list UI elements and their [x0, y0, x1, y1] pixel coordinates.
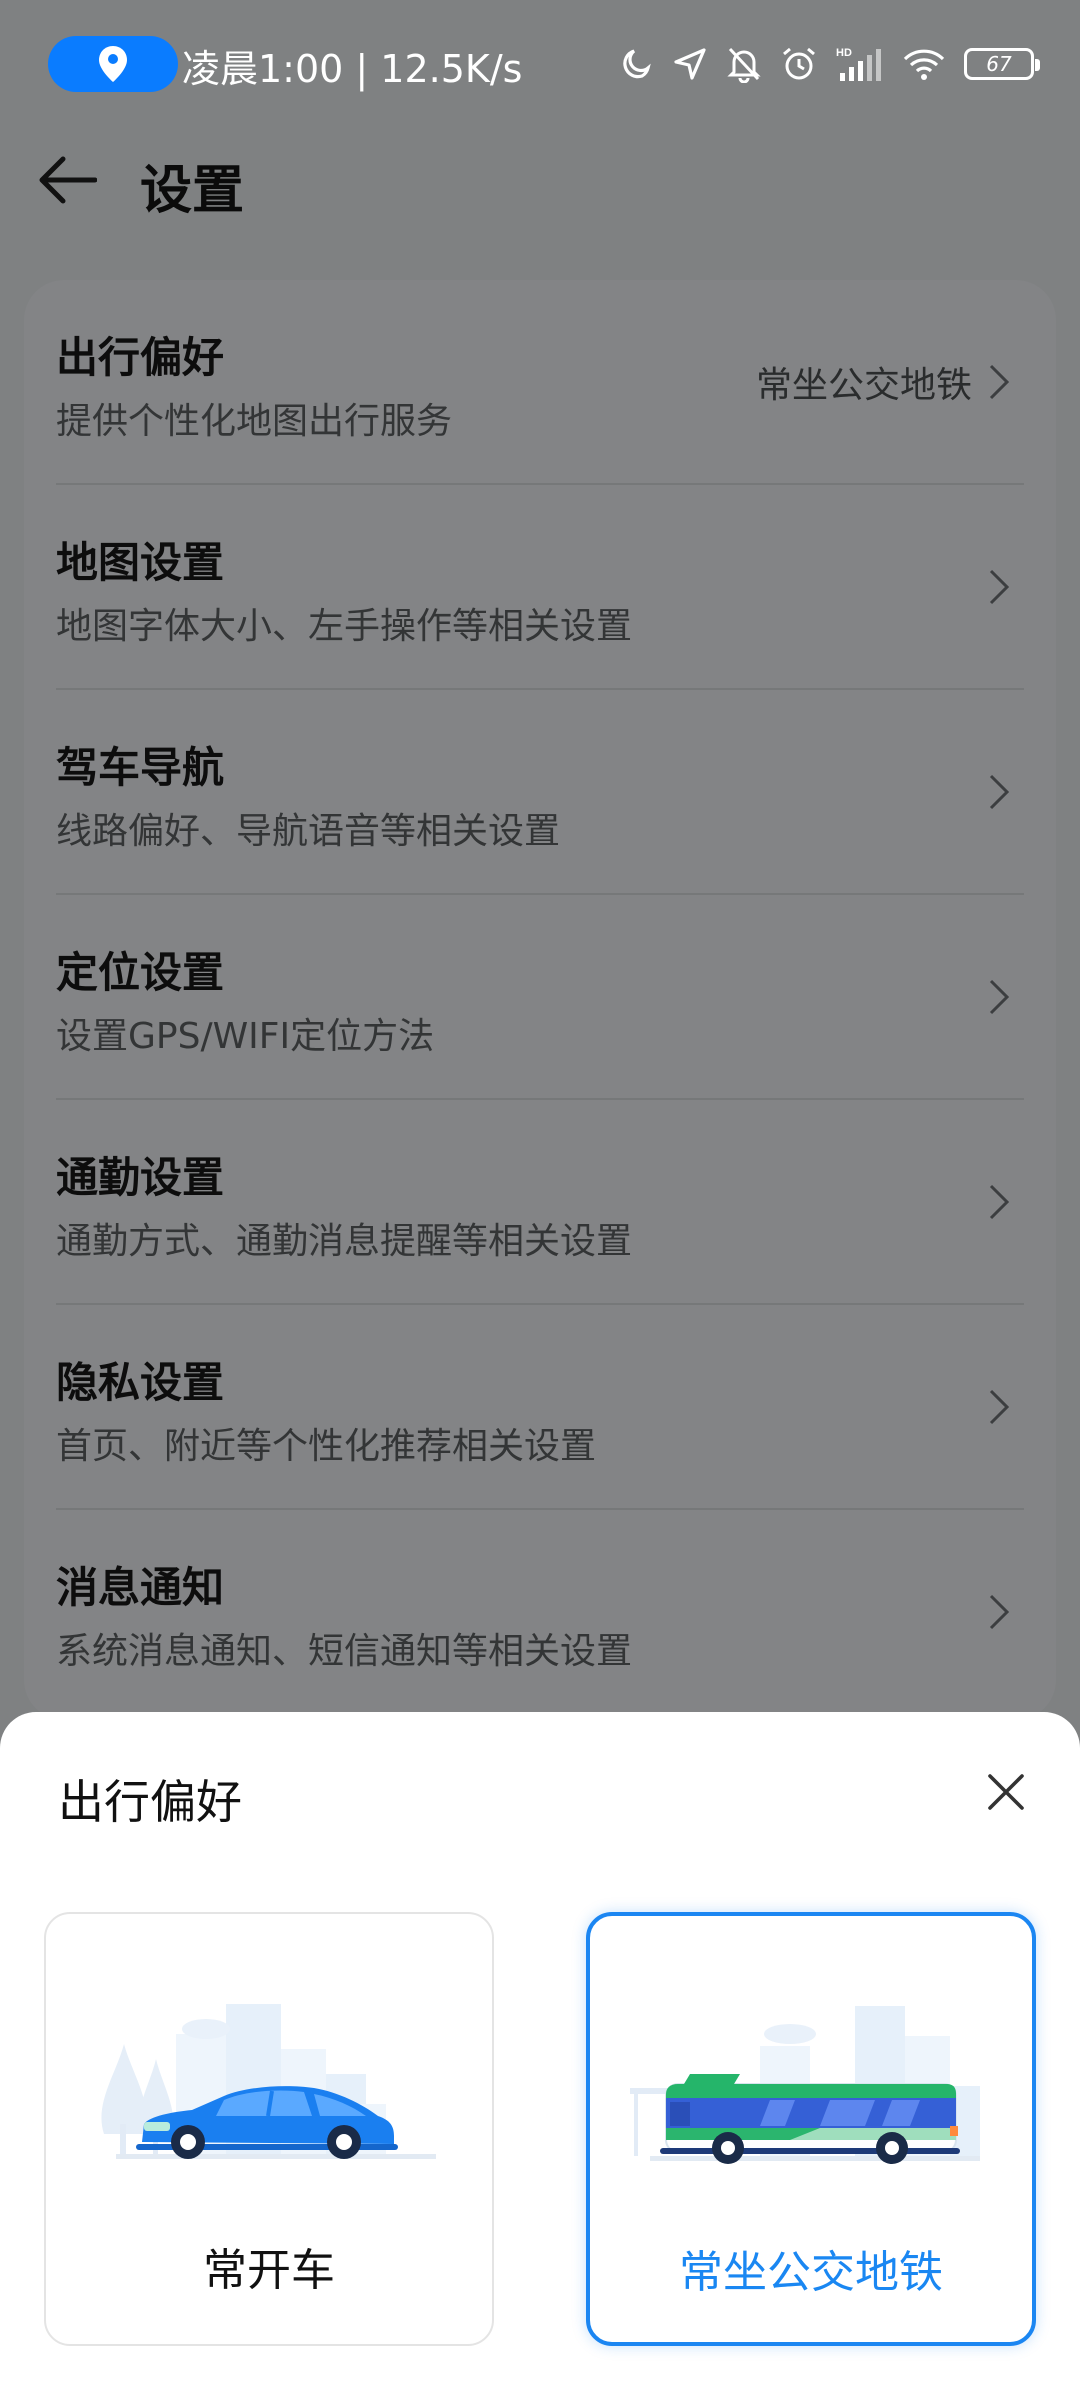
- setting-item-travel-preference[interactable]: 出行偏好 提供个性化地图出行服务 常坐公交地铁: [24, 280, 1056, 485]
- setting-title: 出行偏好: [56, 333, 225, 382]
- setting-item-map-settings[interactable]: 地图设置 地图字体大小、左手操作等相关设置: [24, 485, 1056, 690]
- setting-description: 首页、附近等个性化推荐相关设置: [56, 1426, 597, 1467]
- setting-item-notifications[interactable]: 消息通知 系统消息通知、短信通知等相关设置: [24, 1510, 1056, 1715]
- chevron-right-icon: [989, 1389, 1010, 1425]
- chevron-right-icon: [989, 364, 1010, 400]
- setting-title: 消息通知: [56, 1563, 225, 1612]
- alarm-icon: [783, 47, 815, 80]
- setting-title: 地图设置: [56, 538, 225, 587]
- wifi-icon: [903, 49, 945, 80]
- signal-icon: HD: [836, 47, 881, 81]
- chevron-right-icon: [989, 774, 1010, 810]
- location-indicator: [48, 36, 178, 92]
- option-label: 常开车: [203, 2245, 335, 2296]
- car-illustration-icon: [101, 2004, 436, 2159]
- chevron-right-icon: [989, 979, 1010, 1015]
- bell-mute-icon: [727, 47, 761, 83]
- navigation-arrow-icon: [674, 48, 706, 80]
- setting-item-location-settings[interactable]: 定位设置 设置GPS/WIFI定位方法: [24, 895, 1056, 1100]
- setting-description: 地图字体大小、左手操作等相关设置: [56, 606, 633, 647]
- moon-icon: [623, 49, 651, 79]
- bus-illustration-icon: [630, 2006, 980, 2164]
- setting-description: 通勤方式、通勤消息提醒等相关设置: [56, 1221, 633, 1262]
- chevron-right-icon: [989, 1184, 1010, 1220]
- chevron-right-icon: [989, 569, 1010, 605]
- option-drive-card[interactable]: 常开车: [44, 1912, 494, 2346]
- setting-title: 驾车导航: [56, 743, 225, 792]
- setting-item-privacy-settings[interactable]: 隐私设置 首页、附近等个性化推荐相关设置: [24, 1305, 1056, 1510]
- setting-description: 提供个性化地图出行服务: [56, 401, 453, 442]
- svg-text:HD: HD: [836, 47, 852, 59]
- header: 设置: [0, 128, 1080, 228]
- setting-item-commute-settings[interactable]: 通勤设置 通勤方式、通勤消息提醒等相关设置: [24, 1100, 1056, 1305]
- location-icon: [99, 46, 127, 82]
- setting-description: 设置GPS/WIFI定位方法: [56, 1016, 435, 1057]
- arrow-left-icon: [39, 156, 97, 204]
- setting-current-value: 常坐公交地铁: [755, 365, 972, 406]
- travel-preference-sheet: 出行偏好 常开车 常坐公交地铁: [0, 1712, 1080, 2400]
- page-title: 设置: [140, 161, 245, 221]
- settings-list: 出行偏好 提供个性化地图出行服务 常坐公交地铁 地图设置 地图字体大小、左手操作…: [24, 280, 1056, 1720]
- setting-title: 定位设置: [56, 948, 225, 997]
- back-button[interactable]: [30, 142, 106, 218]
- status-bar: 凌晨1:00 | 12.5K/s HD 67: [0, 0, 1080, 128]
- status-icons: HD 67: [618, 38, 1040, 90]
- setting-title: 隐私设置: [56, 1358, 225, 1407]
- chevron-right-icon: [989, 1594, 1010, 1630]
- option-label: 常坐公交地铁: [679, 2247, 943, 2298]
- setting-title: 通勤设置: [56, 1153, 225, 1202]
- sheet-title: 出行偏好: [58, 1775, 242, 1829]
- setting-description: 线路偏好、导航语音等相关设置: [56, 811, 561, 852]
- status-time-speed: 凌晨1:00 | 12.5K/s: [182, 47, 523, 91]
- close-button[interactable]: [968, 1754, 1044, 1830]
- option-transit-card[interactable]: 常坐公交地铁: [586, 1912, 1036, 2346]
- close-icon: [988, 1774, 1024, 1810]
- setting-description: 系统消息通知、短信通知等相关设置: [56, 1631, 633, 1672]
- battery-icon: 67: [964, 48, 1040, 80]
- setting-item-driving-navigation[interactable]: 驾车导航 线路偏好、导航语音等相关设置: [24, 690, 1056, 895]
